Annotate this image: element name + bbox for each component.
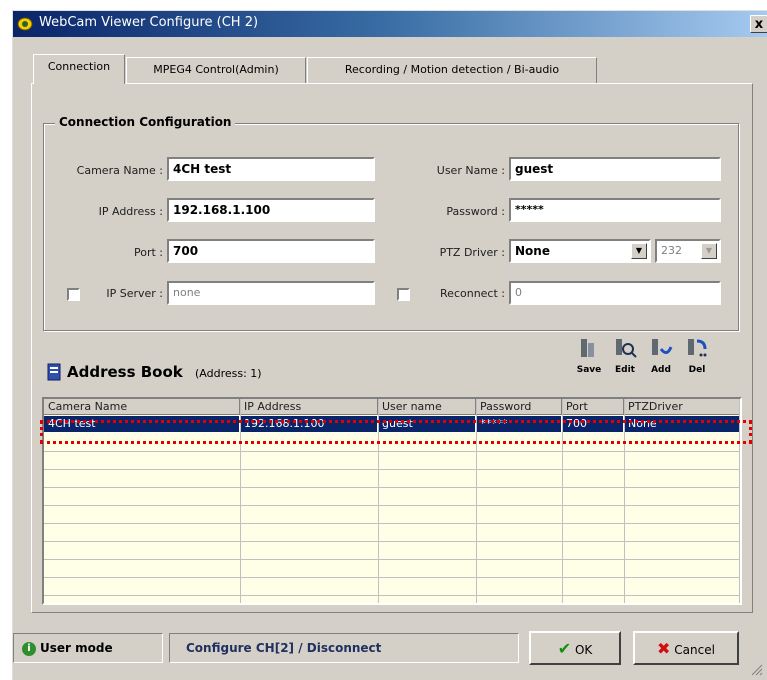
- cross-icon: ✖: [657, 639, 671, 658]
- checkmark-icon: ✔: [557, 639, 572, 658]
- camera-name-field[interactable]: 4CH test: [167, 157, 375, 181]
- column-header[interactable]: PTZDriver: [624, 399, 740, 415]
- ip-server-label: IP Server :: [106, 287, 163, 300]
- ip-server-field[interactable]: none: [167, 281, 375, 305]
- resize-grip-icon[interactable]: [749, 662, 763, 676]
- save-button[interactable]: Save: [573, 335, 605, 375]
- column-header[interactable]: Camera Name: [44, 399, 240, 415]
- reconnect-checkbox[interactable]: [397, 288, 410, 301]
- address-count: (Address: 1): [195, 367, 262, 380]
- configure-dialog: WebCam Viewer Configure (CH 2) x Connect…: [12, 10, 767, 680]
- password-label: Password :: [446, 205, 505, 218]
- password-field[interactable]: *****: [509, 198, 721, 222]
- ptz-port-value: 232: [661, 244, 682, 257]
- window-title: WebCam Viewer Configure (CH 2): [39, 15, 259, 30]
- port-label: Port :: [133, 246, 163, 259]
- port-field[interactable]: 700: [167, 239, 375, 263]
- camera-name-label: Camera Name :: [76, 164, 163, 177]
- table-header: Camera Name IP Address User name Passwor…: [44, 399, 740, 415]
- column-header[interactable]: Password: [476, 399, 562, 415]
- magnifier-icon: [616, 339, 637, 358]
- user-name-label: User Name :: [436, 164, 505, 177]
- ip-address-field[interactable]: 192.168.1.100: [167, 198, 375, 222]
- delete-icon: [688, 339, 707, 357]
- user-mode-status: i User mode: [13, 633, 163, 663]
- edit-button[interactable]: Edit: [609, 335, 641, 375]
- grid-line: [44, 595, 740, 596]
- title-bar[interactable]: WebCam Viewer Configure (CH 2) x: [13, 11, 767, 37]
- ptz-driver-value: None: [515, 244, 550, 258]
- address-book-icon: [47, 363, 61, 381]
- tab-connection[interactable]: Connection: [33, 54, 125, 84]
- ip-server-checkbox[interactable]: [67, 288, 80, 301]
- webcam-app-icon: [17, 17, 33, 31]
- column-header[interactable]: User name: [378, 399, 476, 415]
- selected-row-highlight: [40, 420, 752, 444]
- tab-mpeg4-control[interactable]: MPEG4 Control(Admin): [126, 57, 306, 83]
- cancel-button[interactable]: ✖ Cancel: [633, 631, 739, 665]
- address-book-title: Address Book: [67, 363, 183, 381]
- connection-status: Configure CH[2] / Disconnect: [169, 633, 519, 663]
- save-icon: [581, 339, 594, 357]
- ptz-port-select[interactable]: 232 ▼: [655, 239, 721, 263]
- tab-recording-motion[interactable]: Recording / Motion detection / Bi-audio: [307, 57, 597, 83]
- column-header[interactable]: Port: [562, 399, 624, 415]
- group-title: Connection Configuration: [55, 115, 236, 129]
- add-button[interactable]: Add: [645, 335, 677, 375]
- reconnect-field[interactable]: 0: [509, 281, 721, 305]
- column-header[interactable]: IP Address: [240, 399, 378, 415]
- close-button[interactable]: x: [750, 15, 767, 33]
- user-name-field[interactable]: guest: [509, 157, 721, 181]
- grid-line: [44, 523, 740, 524]
- ok-button[interactable]: ✔ OK: [529, 631, 621, 665]
- delete-button[interactable]: Del: [681, 335, 713, 375]
- info-icon: i: [22, 641, 36, 656]
- grid-line: [44, 559, 740, 560]
- grid-line: [44, 505, 740, 506]
- grid-line: [44, 469, 740, 470]
- add-icon: [652, 339, 673, 355]
- grid-line: [44, 487, 740, 488]
- ptz-driver-label: PTZ Driver :: [439, 246, 505, 259]
- chevron-down-icon[interactable]: ▼: [631, 243, 647, 259]
- chevron-down-icon[interactable]: ▼: [701, 243, 717, 259]
- ip-address-label: IP Address :: [98, 205, 163, 218]
- grid-line: [44, 577, 740, 578]
- grid-line: [44, 451, 740, 452]
- reconnect-label: Reconnect :: [440, 287, 505, 300]
- grid-line: [44, 541, 740, 542]
- ptz-driver-select[interactable]: None ▼: [509, 239, 651, 263]
